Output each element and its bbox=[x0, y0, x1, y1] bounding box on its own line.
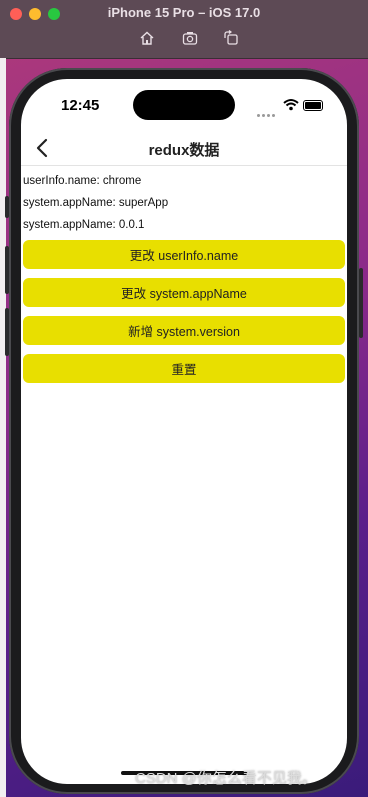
desktop-edge bbox=[0, 58, 6, 797]
home-icon[interactable] bbox=[139, 30, 155, 46]
action-button bbox=[5, 196, 9, 218]
watermark-text: CSDN @你怎么看不见我。 bbox=[135, 770, 317, 787]
volume-up-button bbox=[5, 246, 9, 294]
simulator-titlebar: iPhone 15 Pro – iOS 17.0 bbox=[0, 0, 368, 59]
power-button bbox=[359, 268, 363, 338]
app-screen: 12:45 redux数据 userInfo.name: chrome syst… bbox=[21, 79, 347, 784]
system-version-text: system.appName: 0.0.1 bbox=[23, 219, 145, 231]
add-version-button[interactable]: 新增 system.version bbox=[23, 316, 345, 345]
userinfo-name-text: userInfo.name: chrome bbox=[23, 175, 142, 187]
volume-down-button bbox=[5, 308, 9, 356]
battery-icon bbox=[303, 100, 323, 111]
status-time: 12:45 bbox=[61, 97, 100, 114]
screenshot-icon[interactable] bbox=[182, 30, 198, 46]
dynamic-island bbox=[133, 90, 235, 120]
system-appname-text: system.appName: superApp bbox=[23, 197, 169, 209]
signal-icon bbox=[257, 104, 279, 117]
wifi-icon bbox=[283, 99, 299, 111]
change-username-button[interactable]: 更改 userInfo.name bbox=[23, 240, 345, 269]
status-icons bbox=[245, 97, 325, 117]
reset-button[interactable]: 重置 bbox=[23, 354, 345, 383]
window-title: iPhone 15 Pro – iOS 17.0 bbox=[107, 5, 261, 20]
navigation-bar: redux数据 bbox=[21, 133, 347, 166]
change-appname-button[interactable]: 更改 system.appName bbox=[23, 278, 345, 307]
rotate-icon[interactable] bbox=[223, 30, 239, 46]
redux-content: userInfo.name: chrome system.appName: su… bbox=[21, 173, 347, 392]
page-title: redux数据 bbox=[148, 142, 220, 159]
